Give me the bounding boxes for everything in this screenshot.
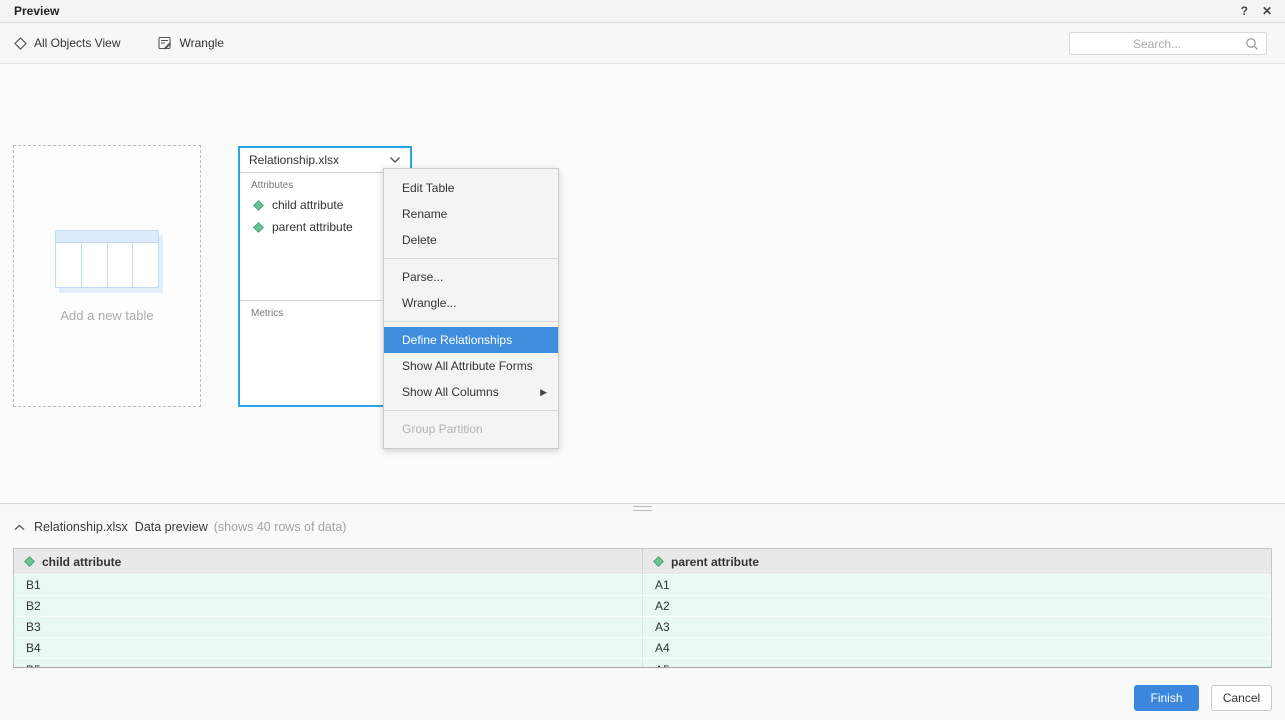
splitter-grip-icon[interactable] (633, 506, 652, 511)
attribute-diamond-icon (653, 556, 664, 567)
menu-divider (384, 258, 558, 259)
table-cell: B5 (14, 659, 643, 667)
attribute-diamond-icon (24, 556, 35, 567)
menu-item-show-all-columns[interactable]: Show All Columns▶ (384, 379, 558, 405)
window-titlebar: Preview ? ✕ (0, 0, 1285, 23)
column-header-child-attribute[interactable]: child attribute (14, 549, 643, 574)
menu-divider (384, 410, 558, 411)
search-input[interactable] (1070, 33, 1266, 54)
table-row[interactable]: B5A5 (14, 658, 1271, 667)
table-cell: B3 (14, 617, 643, 637)
close-icon[interactable]: ✕ (1262, 5, 1272, 17)
help-icon[interactable]: ? (1241, 5, 1248, 17)
menu-item-parse[interactable]: Parse... (384, 264, 558, 290)
table-row[interactable]: B1A1 (14, 574, 1271, 595)
column-header-label: child attribute (42, 555, 121, 569)
cancel-button[interactable]: Cancel (1211, 685, 1272, 711)
menu-item-define-relationships[interactable]: Define Relationships (384, 327, 558, 353)
menu-item-edit-table[interactable]: Edit Table (384, 175, 558, 201)
table-cell: A3 (643, 617, 1271, 637)
add-new-table-dropzone[interactable]: Add a new table (13, 145, 201, 407)
panel-splitter[interactable] (0, 503, 1285, 512)
table-cell: B1 (14, 575, 643, 595)
wrangle-label: Wrangle (179, 36, 223, 50)
finish-button[interactable]: Finish (1134, 685, 1199, 711)
wrangle-button[interactable]: Wrangle (158, 36, 223, 50)
menu-item-wrangle[interactable]: Wrangle... (384, 290, 558, 316)
collapse-chevron-up-icon[interactable] (14, 524, 25, 531)
diamond-outline-icon (14, 37, 27, 50)
data-preview-panel: Relationship.xlsx Data preview (shows 40… (0, 512, 1285, 720)
attribute-item-label: child attribute (272, 198, 343, 212)
preview-table-name: Relationship.xlsx (34, 520, 128, 534)
data-table-header-row: child attribute parent attribute (14, 549, 1271, 574)
table-cell: A4 (643, 638, 1271, 658)
table-row[interactable]: B2A2 (14, 595, 1271, 616)
menu-divider (384, 321, 558, 322)
toolbar: All Objects View Wrangle (0, 23, 1285, 64)
chevron-down-icon[interactable] (389, 156, 401, 164)
attribute-diamond-icon (253, 222, 264, 233)
table-cell: A5 (643, 659, 1271, 667)
all-objects-view-label: All Objects View (34, 36, 120, 50)
window-title: Preview (0, 4, 59, 18)
menu-item-delete[interactable]: Delete (384, 227, 558, 253)
menu-item-show-all-attribute-forms[interactable]: Show All Attribute Forms (384, 353, 558, 379)
wrangle-icon (158, 36, 172, 50)
column-header-label: parent attribute (671, 555, 759, 569)
all-objects-view-button[interactable]: All Objects View (14, 36, 120, 50)
submenu-arrow-icon: ▶ (540, 379, 547, 405)
data-table-body: B1A1B2A2B3A3B4A4B5A5 (14, 574, 1271, 667)
table-cell: A1 (643, 575, 1271, 595)
table-cell: A2 (643, 596, 1271, 616)
menu-item-group-partition: Group Partition (384, 416, 558, 442)
data-preview-header: Relationship.xlsx Data preview (shows 40… (0, 512, 1285, 534)
add-table-label: Add a new table (60, 308, 153, 323)
attribute-diamond-icon (253, 200, 264, 211)
table-cell: B2 (14, 596, 643, 616)
preview-subtitle: (shows 40 rows of data) (214, 520, 347, 534)
table-row[interactable]: B3A3 (14, 616, 1271, 637)
column-header-parent-attribute[interactable]: parent attribute (643, 549, 1271, 574)
search-box[interactable] (1069, 32, 1267, 55)
preview-title: Data preview (135, 520, 208, 534)
menu-item-rename[interactable]: Rename (384, 201, 558, 227)
table-icon (55, 230, 159, 288)
table-canvas: Add a new table Relationship.xlsx Attrib… (0, 65, 1285, 503)
data-preview-table: child attribute parent attribute B1A1B2A2… (13, 548, 1272, 668)
table-card-title: Relationship.xlsx (249, 153, 339, 167)
table-context-menu: Edit TableRenameDelete Parse...Wrangle...… (383, 168, 559, 449)
attribute-item-label: parent attribute (272, 220, 353, 234)
search-icon[interactable] (1244, 36, 1260, 52)
table-row[interactable]: B4A4 (14, 637, 1271, 658)
table-cell: B4 (14, 638, 643, 658)
